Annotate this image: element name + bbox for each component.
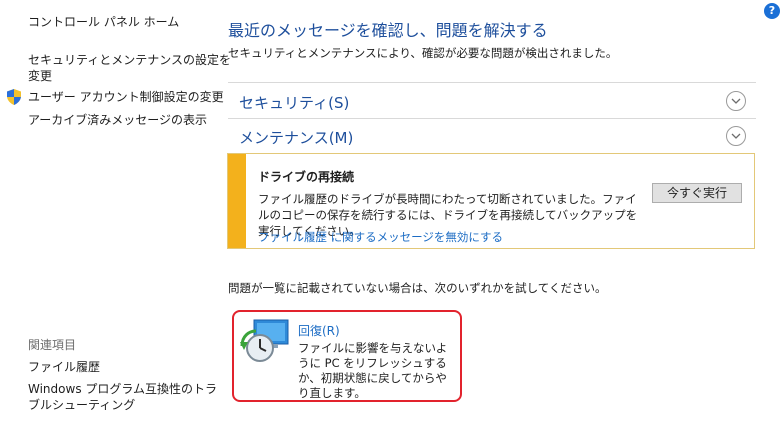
divider	[228, 82, 756, 83]
uac-shield-icon	[6, 88, 22, 106]
section-security[interactable]: セキュリティ(S)	[239, 92, 349, 113]
disable-file-history-messages-link[interactable]: ファイル履歴 に関するメッセージを無効にする	[258, 229, 503, 245]
divider	[228, 118, 756, 119]
link-label-line1: Windows プログラム互換性のトラ	[28, 382, 218, 396]
program-compatibility-troubleshoot-link[interactable]: Windows プログラム互換性のトラ ブルシューティング	[28, 381, 217, 413]
uac-settings-link[interactable]: ユーザー アカウント制御設定の変更	[28, 89, 224, 105]
maintenance-expand-button[interactable]	[726, 126, 746, 146]
related-heading: 関連項目	[28, 338, 77, 352]
run-now-button[interactable]: 今すぐ実行	[652, 183, 742, 203]
recovery-description: ファイルに影響を与えないように PC をリフレッシュするか、初期状態に戻してから…	[298, 341, 448, 400]
file-history-link[interactable]: ファイル履歴	[28, 359, 100, 375]
link-label-line2: 変更	[28, 69, 53, 83]
control-panel-home-link[interactable]: コントロール パネル ホーム	[28, 14, 179, 30]
alert-title: ドライブの再接続	[258, 170, 355, 184]
recovery-clock-icon[interactable]	[240, 318, 292, 364]
page-subtitle: セキュリティとメンテナンスにより、確認が必要な問題が検出されました。	[228, 46, 618, 60]
section-maintenance[interactable]: メンテナンス(M)	[239, 127, 353, 148]
chevron-down-icon	[731, 98, 741, 104]
chevron-down-icon	[731, 133, 741, 139]
help-icon[interactable]: ?	[764, 3, 780, 19]
recovery-link[interactable]: 回復(R)	[298, 322, 340, 339]
link-label-line1: セキュリティとメンテナンスの設定を	[28, 53, 232, 67]
alert-severity-bar	[228, 154, 246, 248]
change-security-maintenance-settings-link[interactable]: セキュリティとメンテナンスの設定を 変更	[28, 52, 231, 84]
page-title: 最近のメッセージを確認し、問題を解決する	[228, 21, 548, 40]
link-label-line2: ブルシューティング	[28, 398, 136, 412]
troubleshoot-hint: 問題が一覧に記載されていない場合は、次のいずれかを試してください。	[228, 281, 607, 295]
security-expand-button[interactable]	[726, 91, 746, 111]
view-archived-messages-link[interactable]: アーカイブ済みメッセージの表示	[28, 112, 207, 128]
